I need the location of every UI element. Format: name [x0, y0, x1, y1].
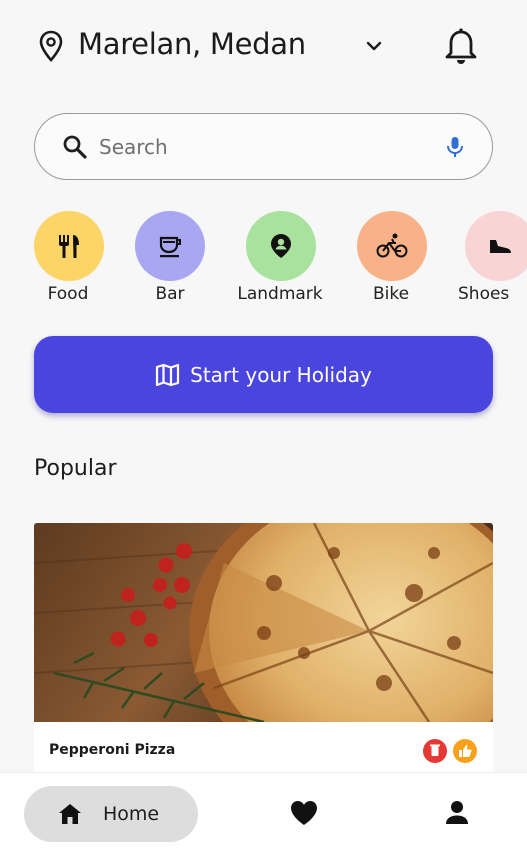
bell-icon[interactable] — [442, 26, 480, 66]
popular-item-card[interactable]: Pepperoni Pizza — [34, 523, 493, 783]
category-landmark-circle — [246, 211, 316, 281]
app-header: Marelan, Medan — [0, 0, 527, 92]
microphone-icon[interactable] — [444, 135, 466, 159]
category-landmark[interactable]: Landmark — [230, 210, 330, 310]
category-label: Landmark — [237, 284, 323, 304]
map-icon — [156, 363, 180, 386]
map-pin-icon — [39, 30, 63, 62]
category-label: Shoes — [458, 284, 510, 304]
current-location[interactable]: Marelan, Medan — [78, 27, 306, 61]
magnifier-icon — [63, 135, 87, 159]
category-label: Bike — [372, 284, 410, 304]
category-shoes-circle — [465, 211, 527, 281]
popular-item-name: Pepperoni Pizza — [49, 742, 176, 758]
bicycle-icon — [376, 233, 408, 258]
section-title: Popular — [34, 456, 117, 481]
start-holiday-button-content: Start your Holiday — [34, 336, 493, 413]
category-bar-circle — [135, 211, 205, 281]
nav-home-button[interactable]: Home — [24, 786, 198, 842]
thumbs-up-icon[interactable] — [453, 739, 477, 763]
bottom-navigation: Home — [0, 772, 527, 852]
category-bike[interactable]: Bike — [341, 210, 441, 310]
pizza-photo — [34, 523, 493, 722]
cutlery-icon — [59, 235, 79, 258]
heart-icon[interactable] — [289, 799, 319, 827]
category-label: Food — [47, 284, 89, 304]
search-bar[interactable] — [34, 113, 493, 180]
home-icon — [59, 804, 81, 824]
person-icon[interactable] — [444, 799, 470, 827]
category-list: Food Bar Landmark Bike Shoes — [0, 210, 527, 310]
category-bike-circle — [357, 211, 427, 281]
category-label: Bar — [155, 284, 185, 304]
category-food-circle — [34, 211, 104, 281]
start-holiday-button[interactable]: Start your Holiday — [34, 336, 493, 413]
category-bar[interactable]: Bar — [120, 210, 220, 310]
delete-icon[interactable] — [423, 739, 447, 763]
chevron-down-icon[interactable] — [362, 36, 386, 56]
start-holiday-label: Start your Holiday — [190, 362, 372, 387]
category-food[interactable]: Food — [18, 210, 118, 310]
cup-icon — [159, 236, 181, 258]
category-shoes[interactable]: Shoes — [450, 210, 527, 310]
shoe-icon — [490, 240, 511, 253]
person-pin-icon — [271, 234, 291, 258]
nav-home-label: Home — [103, 803, 160, 825]
search-input[interactable] — [99, 130, 419, 164]
